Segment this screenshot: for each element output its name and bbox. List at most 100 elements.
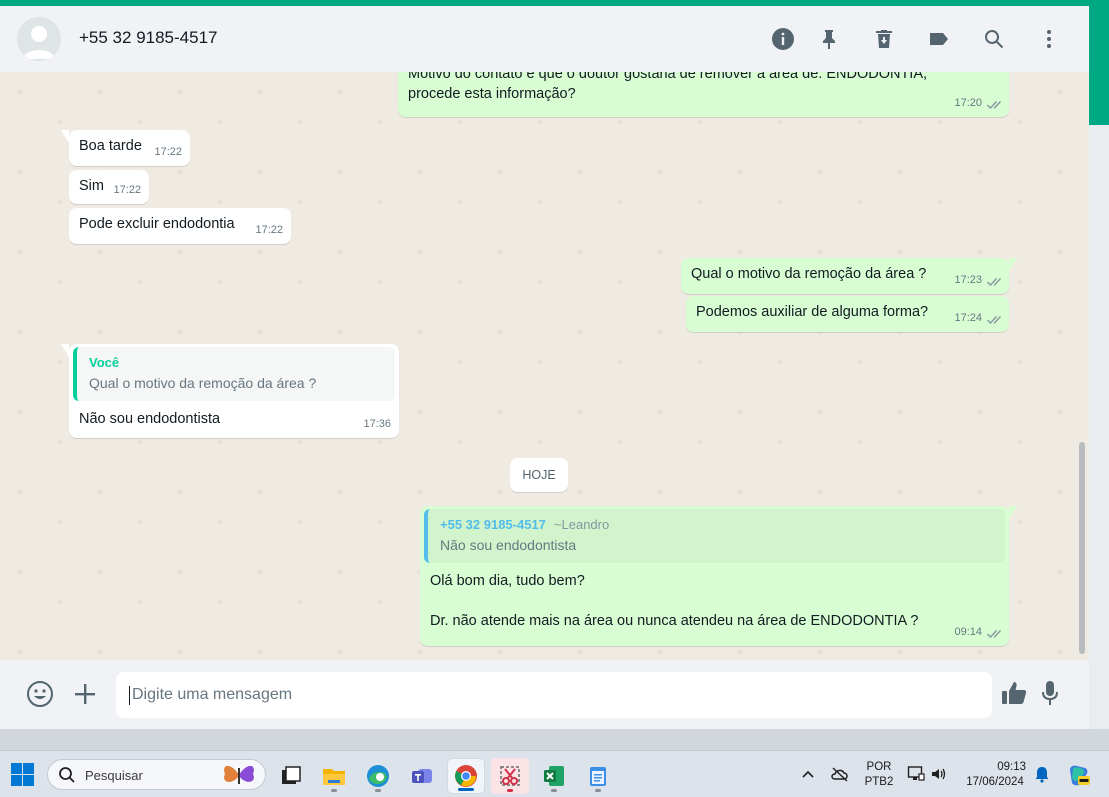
clock-date: 17/06/2024 (966, 776, 1024, 788)
message-time: 17:36 (363, 418, 391, 430)
contact-name[interactable]: +55 32 9185-4517 (79, 28, 218, 48)
avatar[interactable] (17, 17, 61, 61)
taskbar-teams[interactable] (403, 758, 441, 794)
message-time: 17:22 (255, 224, 283, 236)
message-outgoing-reply[interactable]: +55 32 9185-4517 ~Leandro Não sou endodon… (420, 506, 1017, 646)
message-incoming[interactable]: Pode excluir endodontia 17:22 (69, 208, 291, 244)
task-view-icon (282, 766, 301, 784)
message-outgoing[interactable]: Motivo do contato é que o doutor gostari… (398, 72, 1009, 117)
search-chat-button[interactable] (981, 26, 1007, 52)
running-indicator (551, 789, 557, 792)
info-icon (772, 28, 794, 50)
message-meta: 17:22 (154, 142, 182, 162)
message-time: 17:23 (954, 274, 982, 286)
windows-taskbar: Pesquisar POR PTB2 09:13 17/06/2024 (0, 750, 1109, 797)
message-time: 17:22 (113, 184, 141, 196)
volume-icon[interactable] (930, 765, 948, 783)
message-time: 17:20 (954, 97, 982, 109)
input-language-indicator[interactable]: POR PTB2 (862, 760, 896, 790)
plus-icon (75, 684, 95, 704)
chat-header[interactable]: +55 32 9185-4517 (0, 6, 1089, 72)
running-indicator (507, 789, 513, 792)
date-divider: HOJE (510, 458, 568, 492)
clock-time: 09:13 (997, 761, 1026, 773)
snipping-tool-icon (500, 766, 520, 786)
quoted-message[interactable]: Você Qual o motivo da remoção da área ? (73, 347, 395, 401)
voice-message-button[interactable] (1035, 678, 1065, 708)
emoji-icon (27, 681, 53, 707)
attach-button[interactable] (70, 679, 100, 709)
message-incoming-reply[interactable]: Você Qual o motivo da remoção da área ? … (61, 344, 399, 438)
teams-icon (412, 769, 432, 783)
excel-icon (544, 766, 564, 786)
quote-text: Qual o motivo da remoção da área ? (89, 375, 317, 391)
notepad-icon (590, 767, 606, 786)
pin-chat-button[interactable] (816, 26, 842, 52)
taskbar-notepad[interactable] (579, 758, 617, 794)
notifications-bell-icon[interactable] (1033, 765, 1051, 783)
search-icon (59, 767, 75, 783)
start-button[interactable] (11, 763, 34, 786)
message-text: Olá bom dia, tudo bem? (430, 573, 585, 589)
message-incoming[interactable]: Sim 17:22 (69, 170, 149, 204)
like-button[interactable] (999, 678, 1029, 708)
label-chat-button[interactable] (926, 26, 952, 52)
search-icon (985, 30, 1004, 49)
message-list[interactable]: Motivo do contato é que o doutor gostari… (0, 72, 1089, 660)
search-label: Pesquisar (85, 768, 143, 783)
edge-browser-icon (367, 765, 389, 787)
contact-info-button[interactable] (770, 26, 796, 52)
message-incoming[interactable]: Boa tarde 17:22 (61, 130, 190, 166)
delete-chat-button[interactable] (871, 26, 897, 52)
message-time: 17:22 (154, 146, 182, 158)
menu-button[interactable] (1036, 26, 1062, 52)
window-bottom-margin (0, 729, 1109, 750)
quote-author-nickname: ~Leandro (553, 517, 610, 532)
message-outgoing[interactable]: Qual o motivo da remoção da área ? 17:23 (681, 258, 1017, 294)
scrollbar-thumb[interactable] (1079, 442, 1085, 654)
taskbar-chrome[interactable] (447, 758, 485, 794)
chevron-up-icon[interactable] (801, 768, 815, 780)
taskbar-snipping-tool[interactable] (491, 758, 529, 794)
label-icon (930, 33, 948, 45)
quote-author-number: +55 32 9185-4517 (440, 517, 546, 532)
running-indicator (375, 789, 381, 792)
message-meta: 17:23 (954, 270, 1001, 290)
copilot-icon[interactable] (1065, 762, 1091, 788)
message-meta: 17:24 (954, 308, 1001, 328)
folder-icon (323, 769, 345, 785)
running-indicator (595, 789, 601, 792)
taskbar-file-explorer[interactable] (315, 758, 353, 794)
message-text: Motivo do contato é que o doutor gostari… (408, 72, 928, 82)
trash-icon (876, 30, 892, 48)
clock[interactable]: 09:13 17/06/2024 (962, 760, 1028, 790)
quote-author: Você (89, 355, 120, 370)
butterfly-icon (224, 765, 254, 784)
taskbar-search[interactable]: Pesquisar (47, 759, 266, 790)
taskbar-edge[interactable] (359, 758, 397, 794)
default-avatar-icon (17, 17, 61, 61)
taskbar-task-view[interactable] (272, 758, 310, 794)
message-text: Dr. não atende mais na área ou nunca ate… (430, 613, 919, 629)
pin-icon (823, 30, 835, 49)
message-text: procede esta informação? (408, 86, 576, 102)
active-indicator (458, 788, 474, 791)
onedrive-offline-icon[interactable] (830, 765, 850, 783)
language-code: POR (866, 761, 892, 773)
quoted-message[interactable]: +55 32 9185-4517 ~Leandro Não sou endodon… (424, 509, 1005, 563)
double-check-icon (985, 627, 1001, 638)
message-time: 09:14 (954, 626, 982, 638)
message-input[interactable] (116, 672, 992, 718)
thumbs-up-icon (1002, 682, 1027, 704)
message-outgoing[interactable]: Podemos auxiliar de alguma forma? 17:24 (686, 296, 1009, 332)
message-meta: 09:14 (954, 622, 1001, 642)
quote-text: Não sou endodontista (440, 537, 577, 553)
emoji-button[interactable] (25, 679, 55, 709)
network-icon[interactable] (907, 765, 925, 783)
taskbar-excel[interactable] (535, 758, 573, 794)
message-meta: 17:22 (113, 180, 141, 200)
double-check-icon (985, 313, 1001, 324)
chrome-icon (455, 765, 477, 787)
window-edge-accent (1089, 6, 1109, 125)
